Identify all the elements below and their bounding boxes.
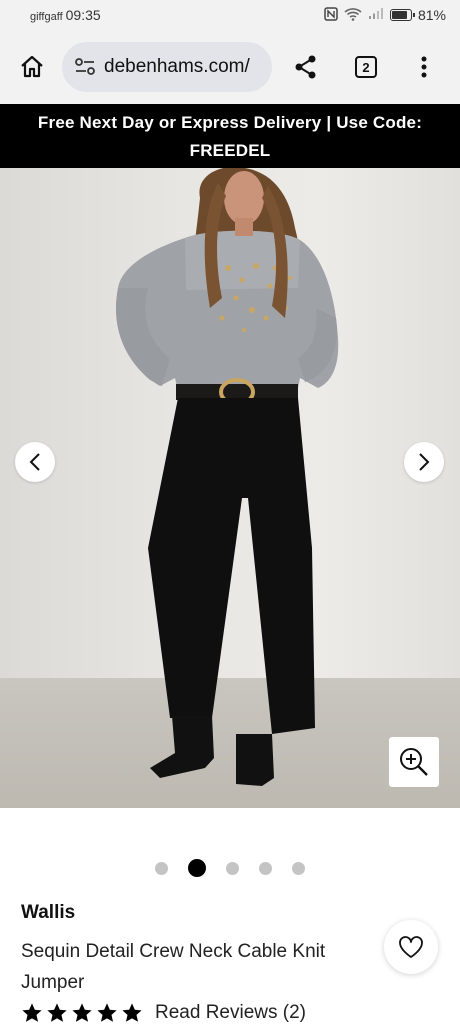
home-button[interactable] (16, 51, 48, 83)
zoom-in-icon (400, 748, 428, 776)
wifi-icon (344, 7, 362, 24)
heart-icon (399, 936, 423, 958)
share-button[interactable] (290, 51, 322, 83)
url-text[interactable]: debenhams.com/ (104, 56, 250, 78)
rating-row: Read Reviews (2) (21, 1002, 306, 1024)
promo-text: Free Next Day or Express Delivery | Use … (37, 113, 423, 132)
model-figure (115, 168, 339, 786)
home-icon (21, 55, 43, 78)
previous-image-button[interactable] (15, 442, 55, 482)
chevron-right-icon (419, 453, 430, 471)
carousel-dot[interactable] (188, 859, 206, 877)
carousel-dots (0, 858, 460, 878)
browser-menu-button[interactable] (408, 51, 440, 83)
tab-switcher-button[interactable]: 2 (350, 51, 382, 83)
promo-code: FREEDEL (189, 141, 271, 160)
product-image[interactable] (0, 168, 460, 808)
more-vert-icon (421, 56, 427, 78)
star-rating (21, 1002, 143, 1024)
read-reviews-link[interactable]: Read Reviews (2) (155, 1002, 306, 1024)
product-title: Sequin Detail Crew Neck Cable Knit Jumpe… (21, 941, 326, 993)
brand-name[interactable]: Wallis (21, 902, 75, 924)
nfc-icon (324, 6, 338, 24)
next-image-button[interactable] (404, 442, 444, 482)
wishlist-button[interactable] (384, 920, 438, 974)
star-icon (97, 1003, 117, 1022)
carousel-dot[interactable] (155, 861, 168, 875)
browser-toolbar: debenhams.com/ 2 (0, 30, 460, 104)
battery-icon (389, 9, 415, 21)
share-icon (295, 55, 316, 79)
star-icon (22, 1003, 42, 1022)
star-icon (72, 1003, 92, 1022)
status-left: giffgaff 09:35 (30, 7, 101, 23)
star-icon (122, 1003, 142, 1022)
promo-banner[interactable]: Free Next Day or Express Delivery | Use … (0, 104, 460, 168)
carousel-dot[interactable] (226, 861, 239, 875)
carrier-name: giffgaff (30, 11, 63, 23)
site-settings-icon[interactable] (74, 57, 96, 77)
carousel-dot[interactable] (259, 861, 272, 875)
status-bar: giffgaff 09:35 81% (0, 0, 460, 30)
zoom-button[interactable] (389, 737, 439, 787)
tabs-icon: 2 (355, 56, 377, 78)
status-icons: 81% (324, 6, 446, 24)
carousel-dot[interactable] (292, 861, 305, 875)
chevron-left-icon (29, 453, 40, 471)
clock: 09:35 (65, 7, 101, 23)
star-icon (47, 1003, 67, 1022)
signal-icon (368, 7, 384, 23)
address-bar[interactable]: debenhams.com/ (62, 42, 272, 92)
battery-percent: 81% (417, 7, 446, 23)
